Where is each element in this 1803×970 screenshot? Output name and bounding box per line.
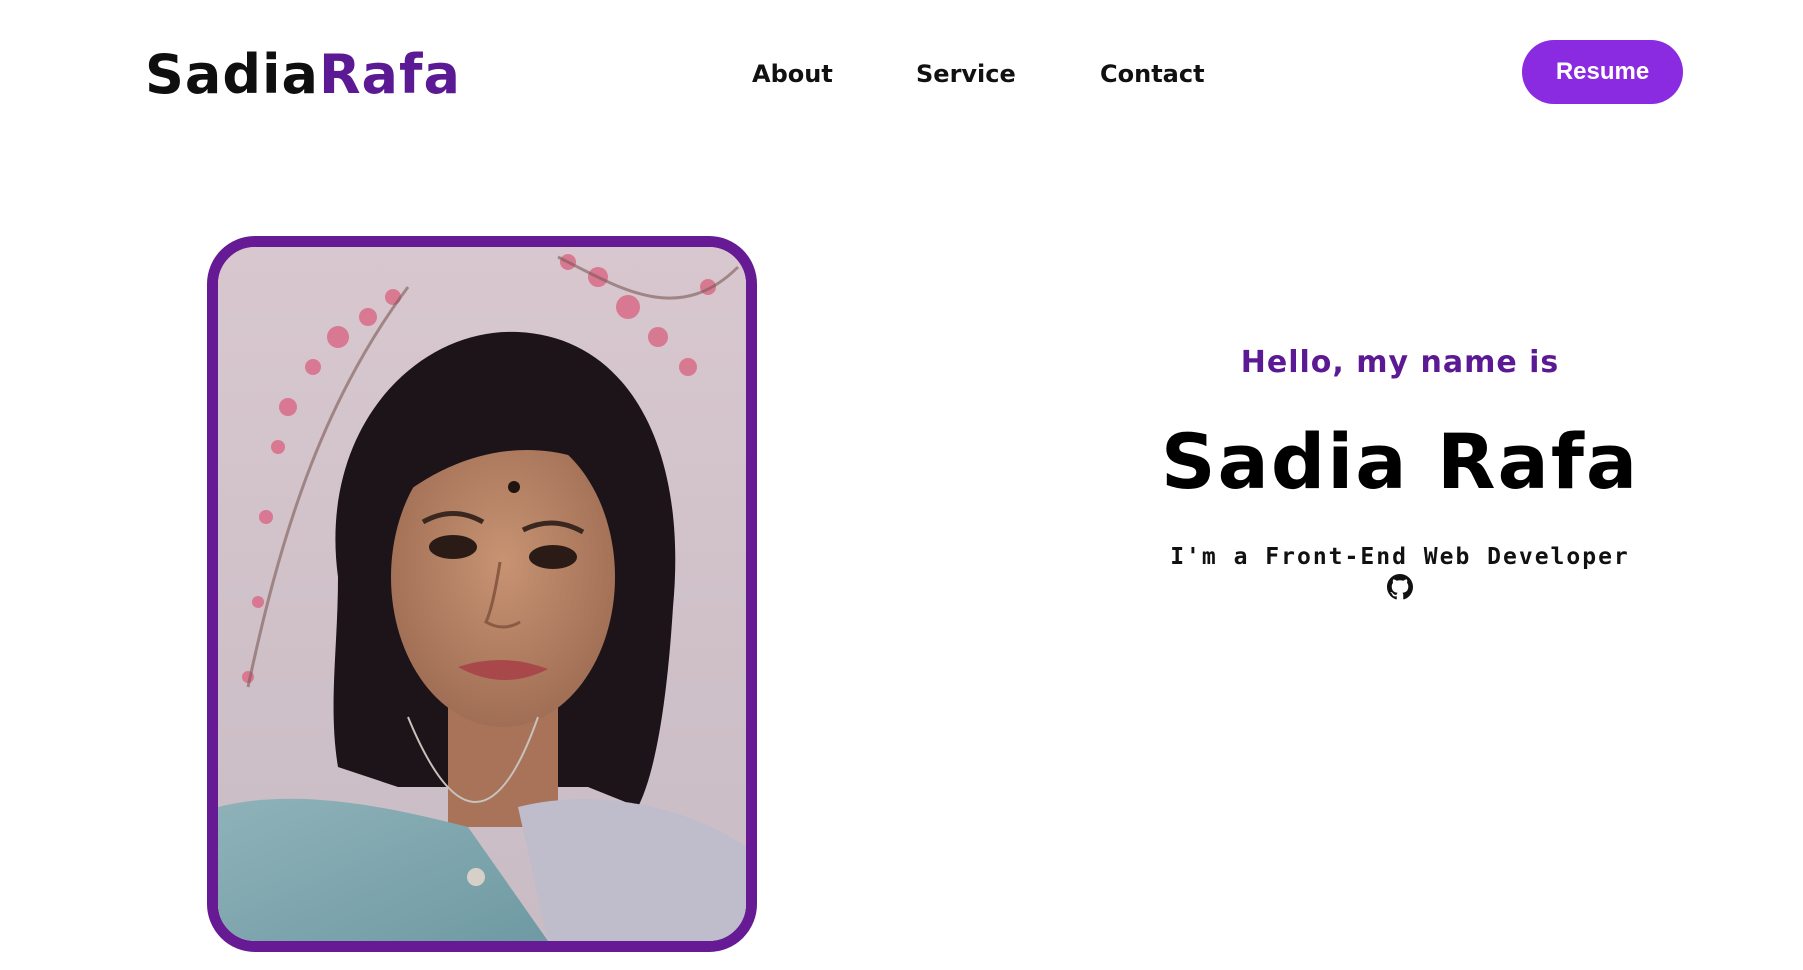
resume-button[interactable]: Resume [1522, 40, 1683, 104]
hero-tagline: I'm a Front-End Web Developer [1170, 544, 1630, 570]
nav-link-service[interactable]: Service [916, 54, 1016, 94]
nav-link-about[interactable]: About [752, 54, 833, 94]
site-header: SadiaRafa About Service Contact Resume [0, 0, 1803, 144]
github-icon [1387, 574, 1413, 600]
profile-portrait-image [218, 247, 746, 941]
greeting-text: Hello, my name is [1240, 345, 1560, 380]
profile-photo [207, 236, 757, 952]
hero-name: Sadia Rafa [1160, 417, 1640, 506]
hero-intro: Hello, my name is Sadia Rafa I'm a Front… [1140, 340, 1660, 604]
github-link[interactable] [1387, 574, 1413, 600]
nav-link-contact[interactable]: Contact [1100, 54, 1205, 94]
